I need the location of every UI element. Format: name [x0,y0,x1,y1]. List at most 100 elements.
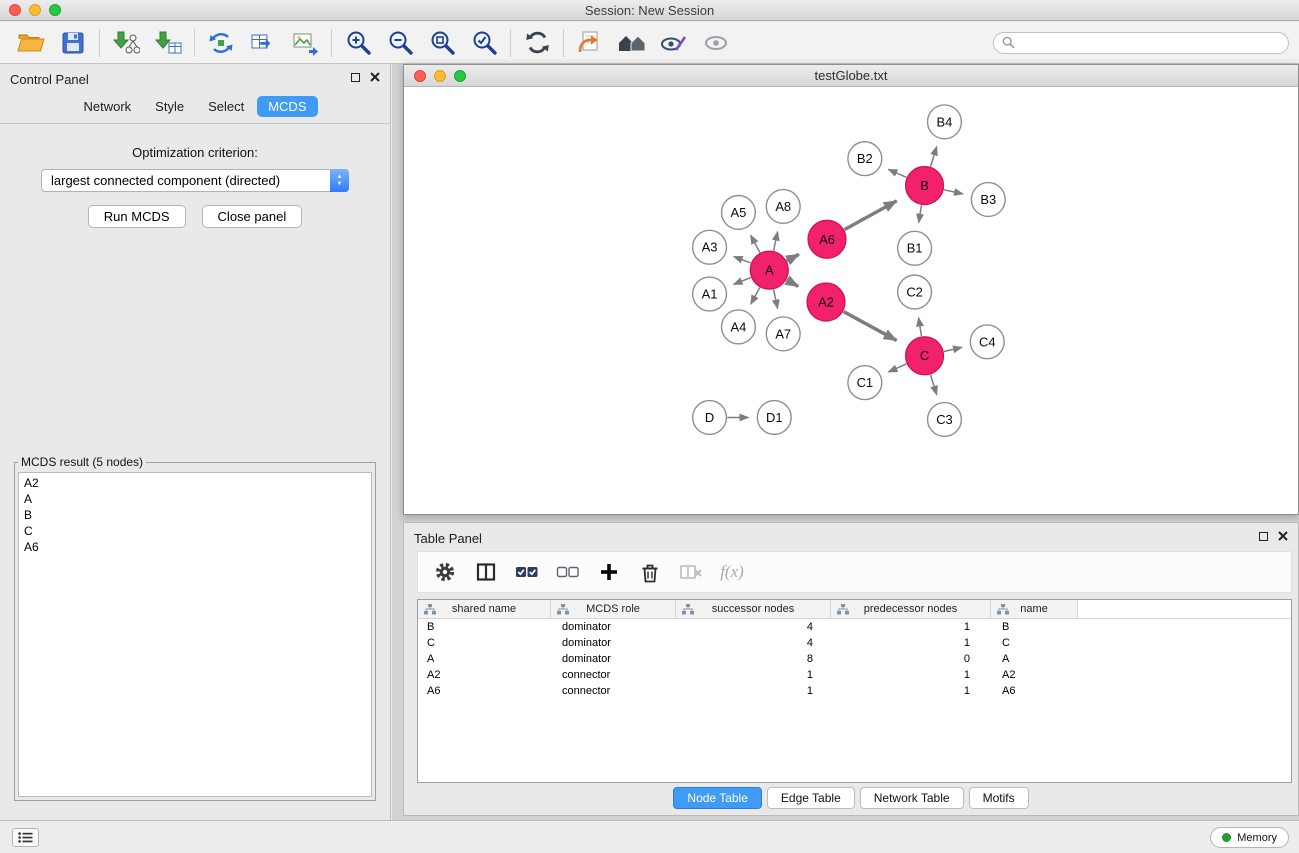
network-zoom-button[interactable] [454,70,466,82]
import-network-file-button[interactable] [105,26,147,60]
graph-edge-A-A6[interactable] [787,254,799,260]
graph-node-C[interactable]: C [906,337,944,375]
graph-node-B1[interactable]: B1 [898,231,932,265]
graph-edge-B-B2[interactable] [888,169,906,177]
home-button[interactable] [611,26,653,60]
graph-node-A8[interactable]: A8 [766,190,800,224]
graph-edge-A-A8[interactable] [774,232,778,251]
save-session-button[interactable] [52,26,94,60]
graph-edge-A2-C[interactable] [844,312,897,341]
table-row-A[interactable]: Adominator80A [418,651,1291,667]
graph-node-A4[interactable]: A4 [722,310,756,344]
network-minimize-button[interactable] [434,70,446,82]
eye-button[interactable] [695,26,737,60]
graph-node-A6[interactable]: A6 [808,220,846,258]
network-window-titlebar[interactable]: testGlobe.txt [404,65,1298,87]
mcds-result-item[interactable]: B [24,507,366,523]
zoom-selected-button[interactable] [463,26,505,60]
column-header-successor-nodes[interactable]: successor nodes [676,600,831,618]
export-image-button[interactable] [284,26,326,60]
graph-node-A3[interactable]: A3 [693,230,727,264]
graph-node-A[interactable]: A [750,251,788,289]
minimize-window-button[interactable] [29,4,41,16]
add-row-button[interactable] [592,556,626,588]
float-panel-icon[interactable] [1259,532,1268,541]
tab-node-table[interactable]: Node Table [673,787,762,809]
tab-edge-table[interactable]: Edge Table [767,787,855,809]
select-all-button[interactable] [510,556,544,588]
graph-edge-C-C3[interactable] [931,375,937,395]
network-canvas[interactable]: B4 B2 B B3 A8 A5 A6 A3 B1 A C2 A1 A2 A4 A7 C4 C C1 C3 D D1 [404,88,1298,514]
mcds-result-item[interactable]: A6 [24,539,366,555]
graph-edge-A-A5[interactable] [751,235,760,252]
zoom-out-button[interactable] [379,26,421,60]
apply-layout-button[interactable] [516,26,558,60]
close-window-button[interactable] [9,4,21,16]
tab-select[interactable]: Select [197,96,255,117]
close-panel-button[interactable]: Close panel [202,205,303,228]
run-mcds-button[interactable]: Run MCDS [88,205,186,228]
graph-edge-A6-B[interactable] [844,201,896,230]
graph-node-D[interactable]: D [693,401,727,435]
deselect-all-button[interactable] [551,556,585,588]
graph-node-C2[interactable]: C2 [898,275,932,309]
criterion-dropdown[interactable]: largest connected component (directed) ▲… [41,169,349,192]
export-document-button[interactable] [569,26,611,60]
graph-node-B[interactable]: B [906,167,944,205]
function-builder-button[interactable]: f(x) [715,556,749,588]
float-panel-icon[interactable] [351,73,360,82]
network-graph[interactable]: B4 B2 B B3 A8 A5 A6 A3 B1 A C2 A1 A2 A4 A7 C4 C C1 C3 D D1 [404,88,1298,514]
graph-edge-B-B3[interactable] [944,190,963,194]
graph-edge-A-A7[interactable] [774,290,778,309]
task-history-button[interactable] [12,828,39,847]
mcds-result-list[interactable]: A2ABCA6 [18,472,372,797]
graph-node-B3[interactable]: B3 [971,183,1005,217]
graph-edge-A-A4[interactable] [751,288,760,305]
graph-node-B2[interactable]: B2 [848,142,882,176]
memory-button[interactable]: Memory [1210,827,1289,848]
graph-edge-C-C4[interactable] [944,347,962,351]
import-table-file-button[interactable] [147,26,189,60]
zoom-fit-button[interactable] [421,26,463,60]
graph-edge-B-B1[interactable] [919,205,922,222]
column-header-mcds-role[interactable]: MCDS role [551,600,676,618]
graph-node-C1[interactable]: C1 [848,366,882,400]
tab-motifs[interactable]: Motifs [969,787,1029,809]
graph-node-A7[interactable]: A7 [766,317,800,351]
network-close-button[interactable] [414,70,426,82]
tab-mcds[interactable]: MCDS [257,96,317,117]
table-row-A2[interactable]: A2connector11A2 [418,667,1291,683]
open-session-button[interactable] [10,26,52,60]
tab-style[interactable]: Style [144,96,195,117]
table-row-B[interactable]: Bdominator41B [418,619,1291,635]
mcds-result-item[interactable]: A [24,491,366,507]
network-sync-button[interactable] [200,26,242,60]
show-graphics-details-button[interactable] [653,26,695,60]
graph-edge-B-B4[interactable] [931,147,937,167]
close-panel-icon[interactable] [1278,531,1288,541]
graph-edge-C-C1[interactable] [888,364,906,372]
graph-node-A5[interactable]: A5 [722,195,756,229]
graph-node-B4[interactable]: B4 [928,105,962,139]
search-input[interactable] [1020,36,1280,50]
delete-column-button[interactable] [674,556,708,588]
show-columns-button[interactable] [469,556,503,588]
graph-node-A1[interactable]: A1 [693,277,727,311]
graph-node-A2[interactable]: A2 [807,283,845,321]
table-row-A6[interactable]: A6connector11A6 [418,683,1291,699]
graph-node-C3[interactable]: C3 [928,403,962,437]
graph-node-C4[interactable]: C4 [970,325,1004,359]
close-panel-icon[interactable] [370,72,380,82]
tab-network[interactable]: Network [72,96,142,117]
delete-row-button[interactable] [633,556,667,588]
mcds-result-item[interactable]: C [24,523,366,539]
graph-node-D1[interactable]: D1 [757,401,791,435]
column-header-name[interactable]: name [991,600,1078,618]
column-header-predecessor-nodes[interactable]: predecessor nodes [831,600,991,618]
graph-edge-C-C2[interactable] [919,318,922,336]
mcds-result-item[interactable]: A2 [24,475,366,491]
zoom-window-button[interactable] [49,4,61,16]
column-header-shared-name[interactable]: shared name [418,600,551,618]
export-table-button[interactable] [242,26,284,60]
table-settings-button[interactable] [428,556,462,588]
